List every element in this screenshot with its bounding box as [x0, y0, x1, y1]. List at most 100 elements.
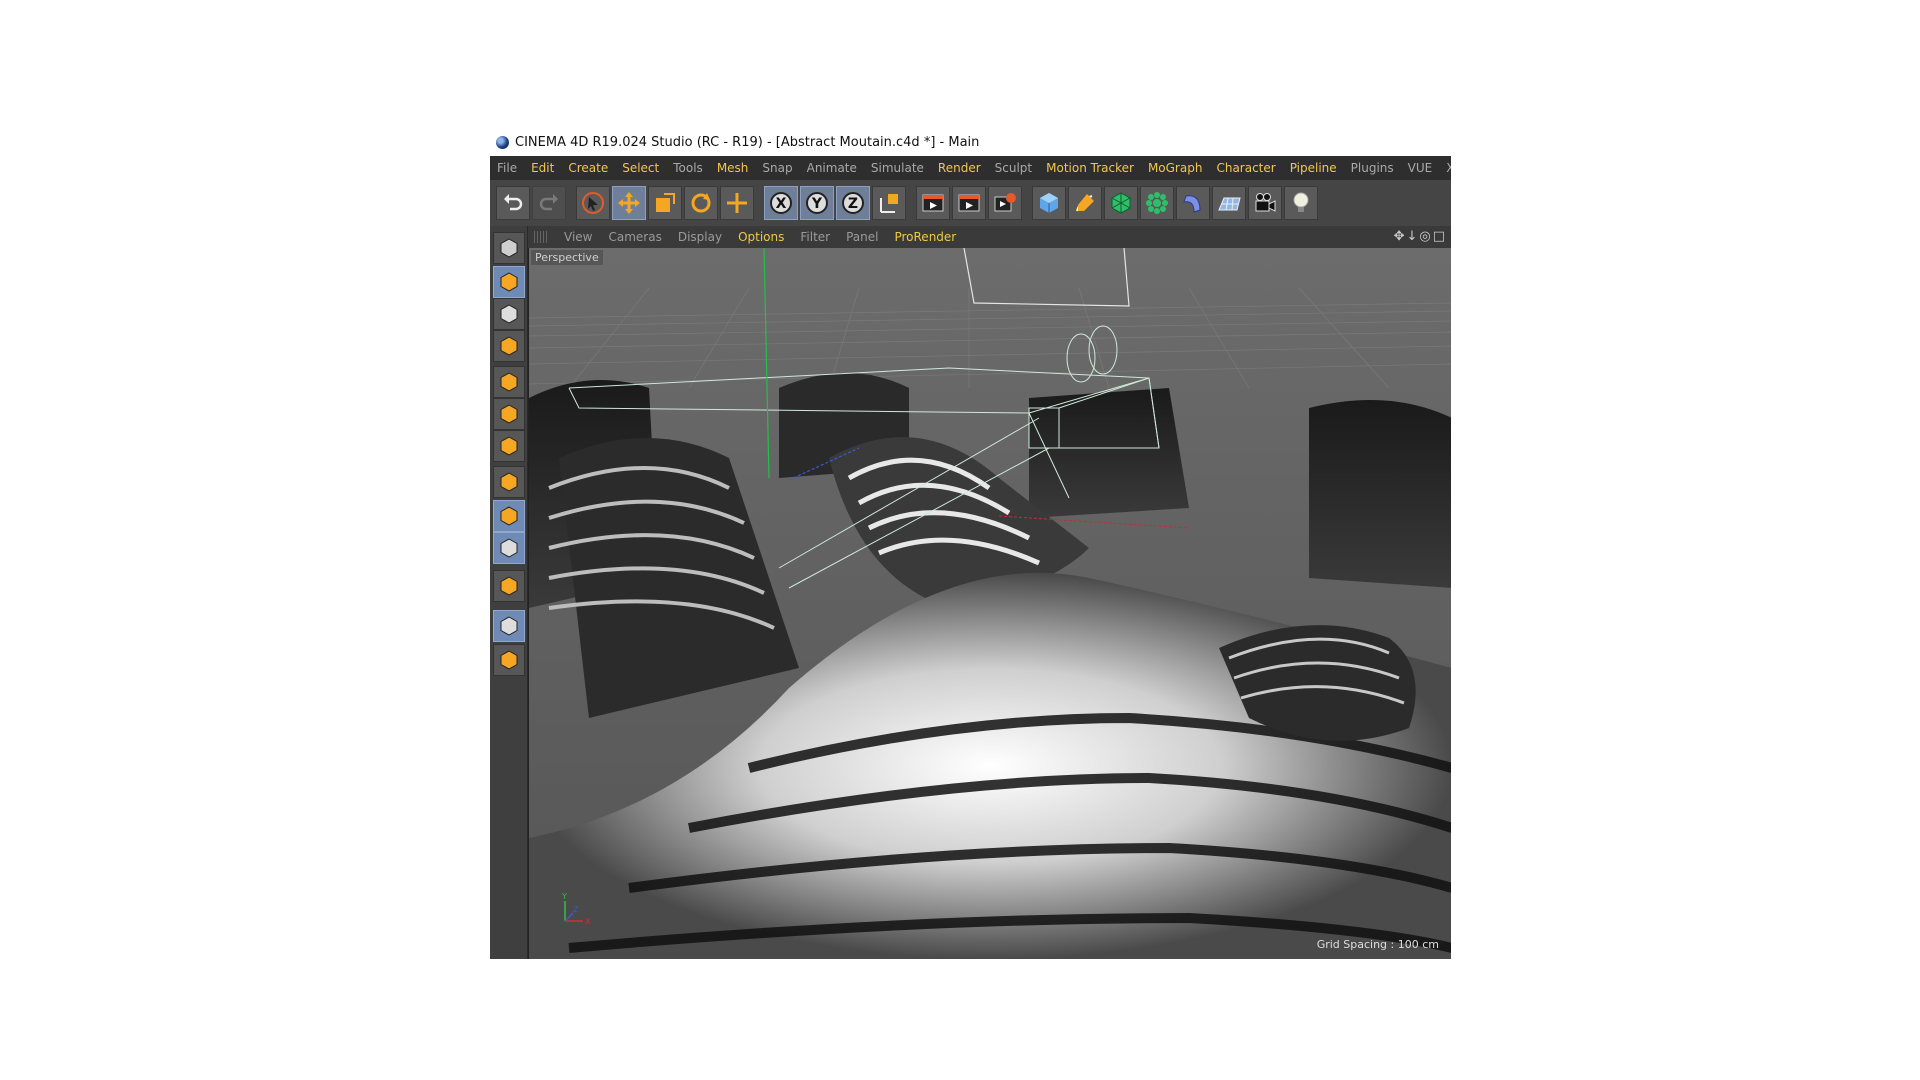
- edges-mode-icon: [500, 404, 518, 424]
- panel-grip-icon[interactable]: [534, 231, 548, 243]
- axis-mode-icon: [500, 472, 518, 492]
- viewport-menu-prorender[interactable]: ProRender: [886, 230, 964, 244]
- last-tool-button[interactable]: [720, 186, 754, 220]
- subdivision-surface-button[interactable]: [1104, 186, 1138, 220]
- viewport-menu-panel[interactable]: Panel: [838, 230, 886, 244]
- snapping-icon: [500, 576, 518, 596]
- workplane-mode-icon: [500, 336, 518, 356]
- camera-object-button[interactable]: [1248, 186, 1282, 220]
- model-mode-button[interactable]: [493, 266, 525, 298]
- solo-mode-button[interactable]: [493, 532, 525, 564]
- menu-pipeline[interactable]: Pipeline: [1283, 161, 1344, 175]
- coordinate-system-icon: [880, 194, 898, 213]
- menu-snap[interactable]: Snap: [755, 161, 799, 175]
- axis-y-label: Y: [561, 892, 567, 901]
- menu-mesh[interactable]: Mesh: [710, 161, 756, 175]
- polygons-mode-button[interactable]: [493, 430, 525, 462]
- scale-tool-button[interactable]: [648, 186, 682, 220]
- menu-plugins[interactable]: Plugins: [1344, 161, 1401, 175]
- viewport-menu-filter[interactable]: Filter: [792, 230, 838, 244]
- redo-button[interactable]: [532, 186, 566, 220]
- workplane-lock-icon: [500, 616, 518, 636]
- render-picture-viewer-button[interactable]: [952, 186, 986, 220]
- subdivision-surface-icon: [1111, 192, 1131, 214]
- tweak-mode-button[interactable]: [493, 500, 525, 532]
- solo-mode-icon: [500, 538, 518, 558]
- menu-select[interactable]: Select: [615, 161, 666, 175]
- menu-render[interactable]: Render: [931, 161, 988, 175]
- render-settings-icon: [994, 193, 1016, 212]
- planar-workplane-button[interactable]: [493, 644, 525, 676]
- menu-edit[interactable]: Edit: [524, 161, 561, 175]
- planar-workplane-icon: [500, 650, 518, 670]
- cube-icon: [1040, 193, 1058, 213]
- live-selection-button[interactable]: [576, 186, 610, 220]
- viewport-menu-bar: View Cameras Display Options Filter Panel ProR…: [528, 226, 1451, 248]
- z-axis-icon: Z: [842, 192, 864, 214]
- bend-deformer-button[interactable]: [1176, 186, 1210, 220]
- undo-button[interactable]: [496, 186, 530, 220]
- menu-sculpt[interactable]: Sculpt: [988, 161, 1039, 175]
- snapping-button[interactable]: [493, 570, 525, 602]
- viewport-menu-display[interactable]: Display: [670, 230, 730, 244]
- make-editable-button[interactable]: [493, 232, 525, 264]
- rotate-tool-button[interactable]: [684, 186, 718, 220]
- workplane-lock-button[interactable]: [493, 610, 525, 642]
- x-axis-lock-button[interactable]: X: [764, 186, 798, 220]
- scale-icon: [656, 193, 675, 212]
- texture-mode-button[interactable]: [493, 298, 525, 330]
- viewport-menu-cameras[interactable]: Cameras: [600, 230, 669, 244]
- menu-tools[interactable]: Tools: [666, 161, 710, 175]
- menu-character[interactable]: Character: [1209, 161, 1282, 175]
- floor-object-button[interactable]: [1212, 186, 1246, 220]
- render-settings-button[interactable]: [988, 186, 1022, 220]
- menu-create[interactable]: Create: [561, 161, 615, 175]
- menu-x-particles[interactable]: X-Particles: [1439, 161, 1451, 175]
- axis-mode-button[interactable]: [493, 466, 525, 498]
- coordinate-system-button[interactable]: [872, 186, 906, 220]
- workplane-mode-button[interactable]: [493, 330, 525, 362]
- y-axis-lock-button[interactable]: Y: [800, 186, 834, 220]
- viewport-camera-label[interactable]: Perspective: [531, 250, 603, 265]
- viewport-nav-icons[interactable]: ✥↓◎□: [1394, 229, 1447, 244]
- x-axis-icon: X: [770, 192, 792, 214]
- light-object-button[interactable]: [1284, 186, 1318, 220]
- pen-spline-icon: [1076, 194, 1094, 212]
- bend-deformer-icon: [1183, 195, 1201, 213]
- edges-mode-button[interactable]: [493, 398, 525, 430]
- menu-vue[interactable]: VUE: [1401, 161, 1440, 175]
- render-view-button[interactable]: [916, 186, 950, 220]
- points-mode-button[interactable]: [493, 366, 525, 398]
- last-tool-icon: [727, 193, 747, 213]
- left-palette: [490, 226, 528, 959]
- grid-spacing-readout: Grid Spacing : 100 cm: [1316, 938, 1439, 951]
- live-selection-icon: [582, 192, 604, 214]
- menu-animate[interactable]: Animate: [800, 161, 864, 175]
- points-mode-icon: [500, 372, 518, 392]
- render-view-icon: [922, 194, 944, 212]
- rotate-icon: [691, 193, 711, 213]
- menu-file[interactable]: File: [490, 161, 524, 175]
- title-bar: CINEMA 4D R19.024 Studio (RC - R19) - [A…: [490, 128, 1451, 156]
- z-axis-lock-button[interactable]: Z: [836, 186, 870, 220]
- cloner-button[interactable]: [1140, 186, 1174, 220]
- cinema4d-logo-icon: [496, 135, 509, 149]
- menu-mograph[interactable]: MoGraph: [1141, 161, 1210, 175]
- axis-x-label: X: [585, 917, 591, 926]
- undo-icon: [504, 194, 523, 211]
- viewport-menu-view[interactable]: View: [556, 230, 600, 244]
- pen-spline-button[interactable]: [1068, 186, 1102, 220]
- svg-text:X: X: [776, 196, 787, 212]
- axis-z-label: Z: [573, 905, 579, 914]
- light-icon: [1293, 192, 1309, 212]
- perspective-viewport[interactable]: Perspective Y X Z Grid Spacing : 100 cm: [528, 248, 1451, 959]
- axis-gizmo-icon: Y X Z: [561, 892, 591, 926]
- menu-motion-tracker[interactable]: Motion Tracker: [1039, 161, 1141, 175]
- move-tool-button[interactable]: [612, 186, 646, 220]
- y-axis-icon: Y: [806, 192, 828, 214]
- menu-simulate[interactable]: Simulate: [864, 161, 931, 175]
- cube-object-button[interactable]: [1032, 186, 1066, 220]
- window-title: CINEMA 4D R19.024 Studio (RC - R19) - [A…: [515, 134, 980, 150]
- viewport-menu-options[interactable]: Options: [730, 230, 792, 244]
- move-icon: [618, 192, 640, 214]
